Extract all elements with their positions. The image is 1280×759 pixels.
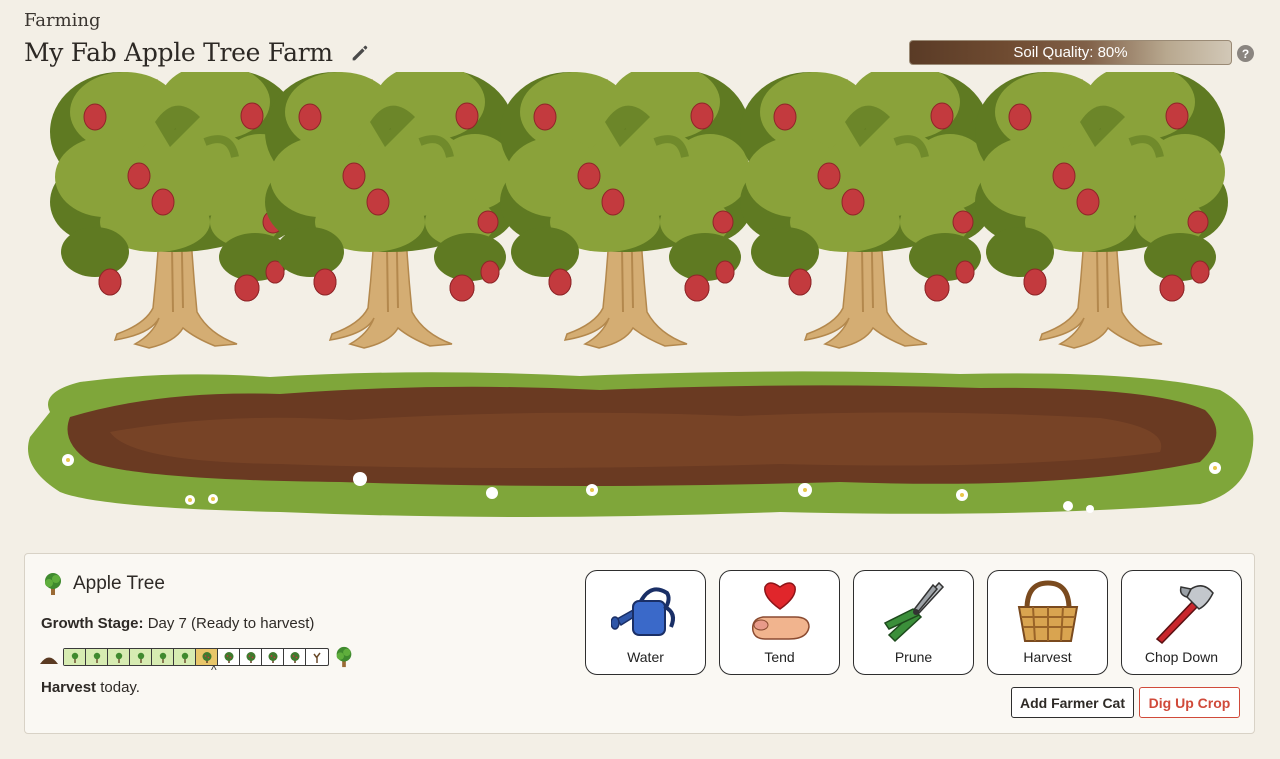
stage-tree-icon (159, 652, 166, 663)
growth-stage-cell (108, 649, 130, 665)
chop-down-label: Chop Down (1144, 649, 1219, 665)
add-farmer-cat-button[interactable]: Add Farmer Cat (1011, 687, 1134, 718)
growth-stage-cell (262, 649, 284, 665)
prune-label: Prune (894, 649, 933, 665)
stage-tree-icon (137, 652, 144, 663)
pencil-icon[interactable] (349, 42, 371, 64)
tend-button[interactable]: Tend (719, 570, 840, 675)
stage-tree-icon (115, 652, 122, 663)
growth-stage-value: Day 7 (Ready to harvest) (147, 615, 315, 632)
growth-stage-cell (64, 649, 86, 665)
chop-down-button[interactable]: Chop Down (1121, 570, 1242, 675)
stage-tree-icon (224, 652, 233, 663)
tend-label: Tend (764, 649, 795, 665)
growth-stage-cell (284, 649, 306, 665)
harvest-action-label: Harvest (1023, 649, 1072, 665)
seed-mound-icon (40, 657, 58, 664)
growth-stage: Growth Stage: Day 7 (Ready to harvest) (41, 615, 314, 632)
growth-stage-cell (86, 649, 108, 665)
crop-name: Apple Tree (73, 573, 165, 594)
stage-tree-icon (202, 652, 211, 663)
page-title: My Fab Apple Tree Farm (24, 38, 333, 67)
harvest-button[interactable]: Harvest (987, 570, 1108, 675)
stage-tree-icon (181, 652, 188, 663)
crop-panel: Apple Tree Growth Stage: Day 7 (Ready to… (24, 553, 1255, 734)
water-label: Water (627, 649, 664, 665)
basket-icon (1017, 580, 1078, 642)
growth-stage-cells (63, 648, 329, 666)
harvest-label: Harvest (41, 679, 97, 696)
stage-tree-icon (290, 652, 299, 663)
water-button[interactable]: Water (585, 570, 706, 675)
growth-stage-label: Growth Stage: (41, 615, 144, 632)
stage-tree-icon (93, 652, 100, 663)
growth-stage-cell (240, 649, 262, 665)
harvest-info: Harvest today. (41, 679, 140, 696)
growth-stage-cell (130, 649, 152, 665)
growth-stage-cell (152, 649, 174, 665)
growth-stage-cell (218, 649, 240, 665)
harvest-text: today. (100, 679, 140, 696)
watering-can-icon (610, 587, 675, 636)
soil-quality-label: Soil Quality: 80% (1013, 44, 1128, 61)
mature-tree-icon (336, 646, 352, 668)
growth-stage-cell (174, 649, 196, 665)
stage-tree-icon (246, 652, 255, 663)
soil-quality-bar: Soil Quality: 80% (909, 40, 1232, 65)
growth-timeline (39, 646, 355, 668)
breadcrumb[interactable]: Farming (24, 10, 101, 31)
dig-up-crop-button[interactable]: Dig Up Crop (1139, 687, 1240, 718)
help-icon[interactable]: ? (1237, 45, 1254, 62)
axe-icon (1155, 585, 1214, 645)
heart-hand-icon (751, 582, 810, 640)
pruning-shears-icon (883, 581, 944, 643)
action-buttons: Water Tend Prune Harvest Chop Down (585, 570, 1242, 675)
prune-button[interactable]: Prune (853, 570, 974, 675)
current-stage-marker: ^ (211, 663, 217, 677)
tree-icon (45, 573, 61, 595)
stage-tree-icon (268, 652, 277, 663)
growth-stage-cell (306, 649, 328, 665)
stage-tree-icon (71, 652, 78, 663)
farm-scene (28, 72, 1254, 517)
bare-tree-icon (313, 652, 321, 663)
